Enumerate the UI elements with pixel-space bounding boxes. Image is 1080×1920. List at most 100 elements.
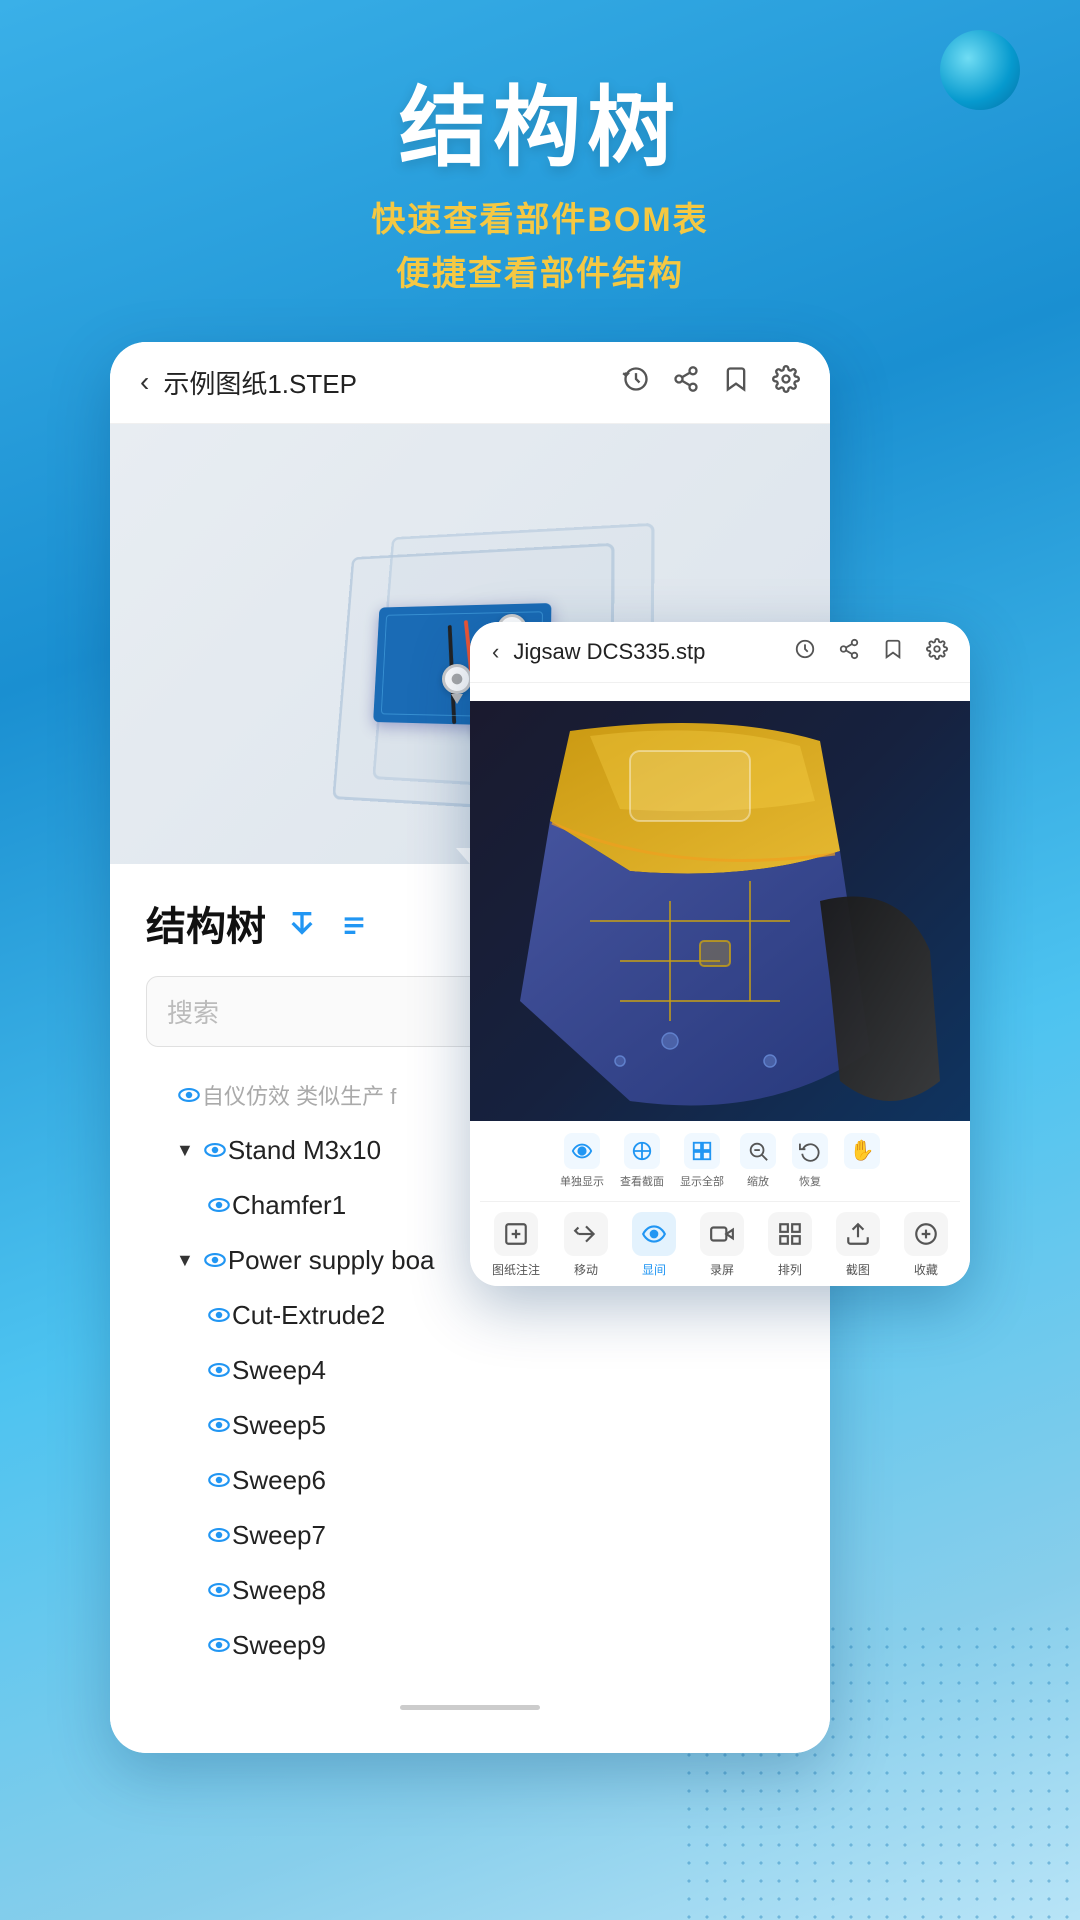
toolbar-bottom-row: 图纸注注 移动 xyxy=(480,1201,960,1278)
hand-icon: ✋ xyxy=(844,1133,880,1169)
tree-item-label-sweep4: Sweep4 xyxy=(232,1355,326,1386)
toolbar-btn-show-all[interactable]: 显示全部 xyxy=(680,1133,724,1189)
tree-item-label-sweep6: Sweep6 xyxy=(232,1465,326,1496)
show-all-label: 显示全部 xyxy=(680,1173,724,1189)
toolbar-btn-arrange[interactable]: 排列 xyxy=(768,1212,812,1278)
screenshot-icon xyxy=(836,1212,880,1256)
eye-icon-sweep9 xyxy=(206,1632,232,1658)
eye-icon-sweep4 xyxy=(206,1357,232,1383)
secondary-toolbar: 单独显示 查看截面 xyxy=(470,1121,970,1286)
tree-panel-title: 结构树 xyxy=(146,894,266,952)
secondary-notch xyxy=(708,683,732,697)
secondary-header-icons xyxy=(794,638,948,666)
primary-card-title: 示例图纸1.STEP xyxy=(163,364,622,401)
eye-icon-sweep6 xyxy=(206,1467,232,1493)
secondary-share-icon[interactable] xyxy=(838,638,860,666)
toolbar-btn-hand[interactable]: ✋ xyxy=(844,1133,880,1189)
secondary-settings-icon[interactable] xyxy=(926,638,948,666)
hero-subtitle-line2: 便捷查看部件结构 xyxy=(0,247,1080,301)
secondary-viewport[interactable] xyxy=(470,701,970,1121)
tree-item-label-sweep7: Sweep7 xyxy=(232,1520,326,1551)
hero-title: 结构树 xyxy=(0,80,1080,177)
display-icon xyxy=(632,1212,676,1256)
move-label: 移动 xyxy=(574,1261,598,1278)
toolbar-btn-move[interactable]: 移动 xyxy=(564,1212,608,1278)
zoom-icon xyxy=(740,1133,776,1169)
header-icons xyxy=(622,365,800,400)
eye-icon-sweep5 xyxy=(206,1412,232,1438)
secondary-card: ‹ Jigsaw DCS335.stp xyxy=(470,622,970,1286)
toolbar-btn-single-view[interactable]: 单独显示 xyxy=(560,1133,604,1189)
secondary-card-header: ‹ Jigsaw DCS335.stp xyxy=(470,622,970,683)
eye-icon-stand xyxy=(202,1137,228,1163)
tree-item-label-chamfer: Chamfer1 xyxy=(232,1190,346,1221)
toolbar-btn-annotation[interactable]: 图纸注注 xyxy=(492,1212,540,1278)
display-label: 显间 xyxy=(642,1261,666,1278)
toolbar-btn-section[interactable]: 查看截面 xyxy=(620,1133,664,1189)
share-icon[interactable] xyxy=(672,365,700,400)
hero-section: 结构树 快速查看部件BOM表 便捷查看部件结构 xyxy=(0,0,1080,342)
tree-item-cut[interactable]: Cut-Extrude2 xyxy=(146,1288,794,1343)
arrange-label: 排列 xyxy=(778,1261,802,1278)
record-label: 录屏 xyxy=(710,1261,734,1278)
home-bar xyxy=(400,1705,540,1710)
favorite-icon xyxy=(904,1212,948,1256)
single-view-icon xyxy=(564,1133,600,1169)
settings-icon[interactable] xyxy=(772,365,800,400)
cards-container: ‹ 示例图纸1.STEP xyxy=(110,342,970,1742)
single-view-label: 单独显示 xyxy=(560,1173,604,1189)
tree-item-label-sweep9: Sweep9 xyxy=(232,1630,326,1661)
zoom-label: 缩放 xyxy=(747,1173,769,1189)
toolbar-btn-favorite[interactable]: 收藏 xyxy=(904,1212,948,1278)
expand-all-button[interactable] xyxy=(286,907,318,939)
secondary-history-icon[interactable] xyxy=(794,638,816,666)
show-all-icon xyxy=(684,1133,720,1169)
favorite-label: 收藏 xyxy=(914,1261,938,1278)
toolbar-btn-display[interactable]: 显间 xyxy=(632,1212,676,1278)
hero-subtitle-line1: 快速查看部件BOM表 xyxy=(0,193,1080,247)
move-icon xyxy=(564,1212,608,1256)
collapse-all-button[interactable] xyxy=(338,907,370,939)
eye-icon-0 xyxy=(176,1082,202,1108)
toolbar-btn-record[interactable]: 录屏 xyxy=(700,1212,744,1278)
tree-item-sweep8[interactable]: Sweep8 xyxy=(146,1563,794,1618)
toolbar-top-row: 单独显示 查看截面 xyxy=(480,1133,960,1189)
toolbar-btn-zoom[interactable]: 缩放 xyxy=(740,1133,776,1189)
eye-icon-chamfer xyxy=(206,1192,232,1218)
tree-item-sweep5[interactable]: Sweep5 xyxy=(146,1398,794,1453)
tree-item-label-cut: Cut-Extrude2 xyxy=(232,1300,385,1331)
jigsaw-model xyxy=(470,701,950,1121)
toolbar-btn-reset[interactable]: 恢复 xyxy=(792,1133,828,1189)
bookmark-icon[interactable] xyxy=(722,365,750,400)
section-label: 查看截面 xyxy=(620,1173,664,1189)
annotation-icon xyxy=(494,1212,538,1256)
arrow-icon-stand: ▼ xyxy=(176,1140,194,1161)
history-icon[interactable] xyxy=(622,365,650,400)
arrow-icon-power: ▼ xyxy=(176,1250,194,1271)
eye-icon-sweep8 xyxy=(206,1577,232,1603)
screenshot-label: 截图 xyxy=(846,1261,870,1278)
tree-item-label-sweep5: Sweep5 xyxy=(232,1410,326,1441)
tree-item-sweep9[interactable]: Sweep9 xyxy=(146,1618,794,1673)
primary-card-header: ‹ 示例图纸1.STEP xyxy=(110,342,830,424)
hero-subtitle: 快速查看部件BOM表 便捷查看部件结构 xyxy=(0,193,1080,302)
pin-circle-2 xyxy=(442,664,472,694)
tree-item-sweep4[interactable]: Sweep4 xyxy=(146,1343,794,1398)
toolbar-btn-screenshot[interactable]: 截图 xyxy=(836,1212,880,1278)
secondary-bookmark-icon[interactable] xyxy=(882,638,904,666)
eye-icon-power xyxy=(202,1247,228,1273)
tree-item-sweep6[interactable]: Sweep6 xyxy=(146,1453,794,1508)
pin-tip-2 xyxy=(451,694,463,704)
reset-icon xyxy=(792,1133,828,1169)
pin-marker-2[interactable] xyxy=(440,664,474,704)
arrange-icon xyxy=(768,1212,812,1256)
tree-item-label-power: Power supply boa xyxy=(228,1245,435,1276)
annotation-label: 图纸注注 xyxy=(492,1261,540,1278)
secondary-back-button[interactable]: ‹ xyxy=(492,639,499,665)
tree-item-sweep7[interactable]: Sweep7 xyxy=(146,1508,794,1563)
reset-label: 恢复 xyxy=(799,1173,821,1189)
tree-item-label-0: 自仪仿效 类似生产 f xyxy=(202,1079,396,1111)
eye-icon-cut xyxy=(206,1302,232,1328)
tree-item-label-stand: Stand M3x10 xyxy=(228,1135,381,1166)
back-button[interactable]: ‹ xyxy=(140,366,149,398)
